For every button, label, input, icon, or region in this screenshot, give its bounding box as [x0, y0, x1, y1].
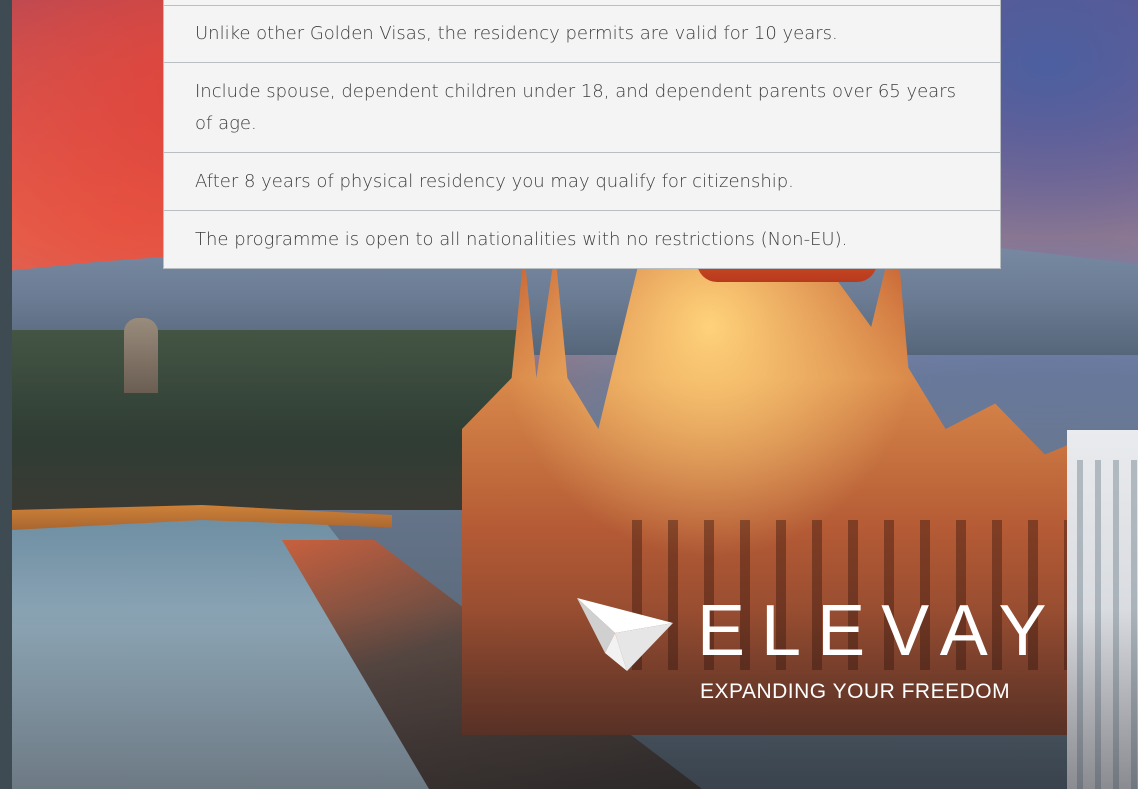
- brand-name: ELEVAY: [697, 591, 1063, 671]
- list-item: Include spouse, dependent children under…: [164, 62, 1000, 152]
- city-trees: [12, 330, 532, 510]
- list-item: The programme is open to all nationaliti…: [164, 210, 1000, 268]
- paper-plane-logo-icon: [577, 598, 673, 671]
- list-item: After 8 years of physical residency you …: [164, 152, 1000, 210]
- list-item: Unlike other Golden Visas, the residency…: [164, 5, 1000, 62]
- brand-logo: ELEVAY EXPANDING YOUR FREEDOM: [575, 585, 1055, 710]
- water-tower: [124, 318, 158, 393]
- benefits-list: Unlike other Golden Visas, the residency…: [163, 0, 1001, 269]
- brand-tagline: EXPANDING YOUR FREEDOM: [700, 680, 1011, 703]
